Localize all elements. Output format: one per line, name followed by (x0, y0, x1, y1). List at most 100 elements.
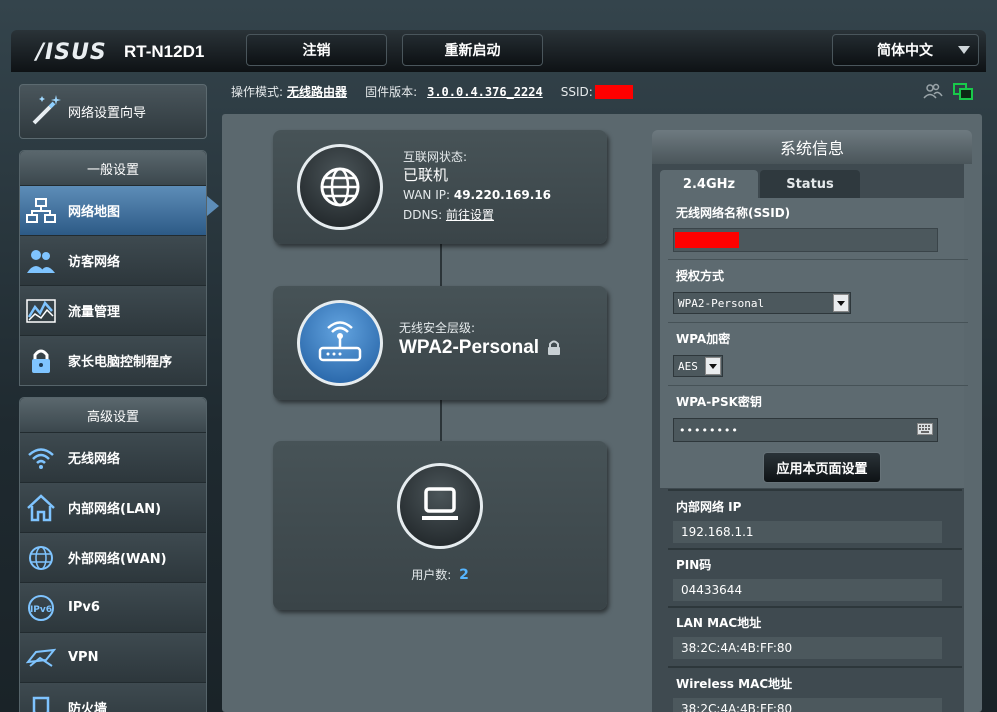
ddns-link[interactable]: 前往设置 (446, 208, 494, 222)
connector-line (440, 400, 442, 442)
wizard-label: 网络设置向导 (68, 106, 147, 121)
sidebar-item-parental-control[interactable]: 家长电脑控制程序 (20, 335, 206, 385)
ssid-field-label: 无线网络名称(SSID) (676, 206, 791, 220)
sidebar-item-wan[interactable]: 外部网络(WAN) (20, 532, 206, 582)
clients-button[interactable] (397, 463, 483, 549)
ssid-redacted (594, 84, 633, 99)
vpn-icon (26, 648, 56, 667)
ssid-redacted (675, 232, 739, 248)
clients-count: 2 (459, 567, 469, 583)
parental-control-icon (32, 349, 50, 373)
home-icon (27, 494, 55, 522)
internet-status-value: 已联机 (403, 166, 449, 184)
chevron-down-icon (833, 294, 849, 312)
sidebar-item-label: 网络地图 (68, 205, 121, 220)
router-button[interactable] (297, 300, 383, 386)
language-select[interactable]: 简体中文 (832, 34, 979, 66)
apply-settings-button[interactable]: 应用本页面设置 (763, 452, 881, 483)
firmware-link[interactable]: 3.0.0.4.376_2224 (427, 85, 543, 99)
ddns-label: DDNS: (403, 208, 443, 222)
router-icon (318, 321, 362, 362)
sidebar-item-label: 家长电脑控制程序 (68, 355, 173, 370)
network-map-icon (26, 198, 56, 223)
clients-card[interactable]: 用户数: 2 (273, 441, 607, 610)
wpa-encryption-label: WPA加密 (676, 332, 731, 346)
clients-count-info: 用户数: 2 (273, 565, 607, 585)
security-level-value: WPA2-Personal (399, 337, 540, 358)
wan-ip-value: 49.220.169.16 (453, 188, 552, 202)
guest-network-icon (27, 250, 55, 273)
wpa-psk-label: WPA-PSK密钥 (676, 395, 762, 409)
logout-button[interactable]: 注销 (246, 34, 387, 66)
sidebar-item-label: VPN (68, 650, 99, 665)
tab-2-4ghz[interactable]: 2.4GHz (660, 170, 758, 198)
sidebar-item-network-map[interactable]: 网络地图 (20, 185, 206, 235)
internet-status-info: 互联网状态: 已联机 WAN IP: 49.220.169.16 DDNS: 前… (403, 148, 551, 224)
sidebar-item-label: 防火墙 (68, 702, 108, 712)
users-status-icon[interactable] (923, 83, 943, 99)
security-level-label: 无线安全层级: (399, 321, 476, 335)
network-status-icon[interactable] (953, 83, 973, 101)
sidebar-item-traffic-manager[interactable]: 流量管理 (20, 285, 206, 335)
lan-ip-value: 192.168.1.1 (673, 521, 942, 543)
wifi-icon (28, 448, 54, 469)
asus-logo: /ISUS (36, 40, 107, 65)
router-status-card[interactable]: 无线安全层级: WPA2-Personal (273, 286, 607, 400)
pin-code-value: 04433644 (673, 579, 942, 601)
network-setup-wizard-button[interactable]: 网络设置向导 (19, 84, 207, 139)
svg-text:IPv6: IPv6 (30, 605, 52, 615)
wan-ip-label: WAN IP: (403, 188, 451, 202)
divider (668, 666, 962, 668)
sidebar-item-label: 无线网络 (68, 452, 121, 467)
internet-status-card[interactable]: 互联网状态: 已联机 WAN IP: 49.220.169.16 DDNS: 前… (273, 130, 607, 244)
divider (668, 259, 968, 260)
language-value: 简体中文 (877, 43, 933, 59)
computer-icon (422, 487, 458, 520)
reboot-button[interactable]: 重新启动 (402, 34, 543, 66)
connector-line (440, 244, 442, 286)
internet-status-label: 互联网状态: (403, 150, 468, 164)
wireless-mac-value: 38:2C:4A:4B:FF:80 (673, 698, 942, 712)
sidebar-item-wireless[interactable]: 无线网络 (20, 432, 206, 482)
sidebar-item-label: IPv6 (68, 600, 100, 615)
auth-method-select[interactable]: WPA2-Personal (673, 292, 851, 314)
advanced-settings-title: 高级设置 (20, 398, 206, 432)
lan-ip-label: 内部网络 IP (676, 500, 742, 514)
firmware-label: 固件版本: (365, 85, 418, 99)
sidebar-item-ipv6[interactable]: IPv6 IPv6 (20, 582, 206, 632)
advanced-settings-group: 高级设置 无线网络 内部网络(LAN) 外部网络(WAN) IPv6 IPv6 (19, 397, 207, 712)
firewall-icon (32, 696, 50, 712)
auth-method-value: WPA2-Personal (678, 296, 765, 310)
sidebar-item-vpn[interactable]: VPN (20, 632, 206, 682)
chevron-down-icon (705, 357, 721, 375)
sidebar-item-lan[interactable]: 内部网络(LAN) (20, 482, 206, 532)
lock-icon (548, 340, 561, 355)
clients-label: 用户数: (411, 568, 452, 582)
sidebar-item-label: 外部网络(WAN) (68, 552, 167, 567)
wpa-encryption-select[interactable]: AES (673, 355, 723, 377)
magic-wand-icon (32, 95, 61, 125)
sidebar-item-firewall[interactable]: 防火墙 (20, 682, 206, 712)
system-info-title: 系统信息 (652, 130, 972, 164)
active-item-arrow (207, 196, 219, 216)
general-settings-group: 一般设置 网络地图 访客网络 流量管理 家长电脑控制程序 (19, 150, 207, 386)
divider (668, 606, 962, 608)
lan-mac-value: 38:2C:4A:4B:FF:80 (673, 637, 942, 659)
lan-mac-label: LAN MAC地址 (676, 616, 762, 630)
globe-icon (320, 167, 360, 207)
internet-globe-button[interactable] (297, 144, 383, 230)
wireless-security-info: 无线安全层级: WPA2-Personal (399, 318, 561, 358)
chevron-down-icon (958, 46, 970, 54)
sidebar-item-guest-network[interactable]: 访客网络 (20, 235, 206, 285)
mode-link[interactable]: 无线路由器 (287, 83, 347, 100)
divider (668, 385, 968, 386)
keyboard-icon[interactable] (917, 423, 933, 435)
globe-icon (29, 546, 53, 570)
wpa-psk-input[interactable]: •••••••• (673, 418, 938, 442)
auth-method-label: 授权方式 (676, 269, 725, 283)
sidebar-item-label: 访客网络 (68, 255, 121, 270)
status-info-line: 操作模式: 无线路由器 固件版本: 3.0.0.4.376_2224 SSID: (231, 83, 633, 100)
general-settings-title: 一般设置 (20, 151, 206, 185)
divider (668, 548, 962, 550)
tab-status[interactable]: Status (760, 170, 860, 198)
